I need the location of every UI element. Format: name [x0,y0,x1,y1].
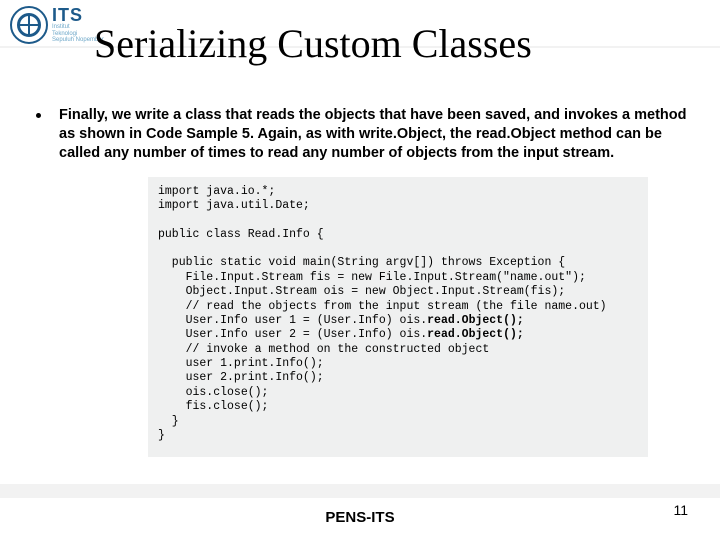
code-line: // read the objects from the input strea… [158,300,607,313]
code-line: user 2.print.Info(); [158,371,324,384]
logo-seal-icon [10,6,48,44]
slide-title: Serializing Custom Classes [94,20,700,67]
code-line: User.Info user 2 = (User.Info) ois. [158,328,427,341]
code-bold: read.Object(); [427,314,524,327]
footer-divider [0,484,720,498]
code-sample: import java.io.*; import java.util.Date;… [148,177,648,458]
bullet-item: Finally, we write a class that reads the… [30,106,690,163]
slide-content: Finally, we write a class that reads the… [30,106,690,457]
bullet-text: Finally, we write a class that reads the… [59,106,690,163]
page-number: 11 [673,502,688,518]
code-line: public static void main(String argv[]) t… [158,256,565,269]
bullet-icon [36,113,41,118]
code-line: } [158,415,179,428]
code-line: fis.close(); [158,400,268,413]
code-line: public class Read.Info { [158,228,324,241]
code-line: user 1.print.Info(); [158,357,324,370]
code-line: } [158,429,165,442]
code-line: import java.util.Date; [158,199,310,212]
code-bold: read.Object(); [427,328,524,341]
code-line: import java.io.*; [158,185,275,198]
code-line: ois.close(); [158,386,268,399]
footer-label: PENS-ITS [0,509,720,526]
code-line: // invoke a method on the constructed ob… [158,343,489,356]
institution-logo: ITS Institut Teknologi Sepuluh Nopember [10,6,104,44]
code-line: User.Info user 1 = (User.Info) ois. [158,314,427,327]
code-line: File.Input.Stream fis = new File.Input.S… [158,271,586,284]
code-line: Object.Input.Stream ois = new Object.Inp… [158,285,565,298]
